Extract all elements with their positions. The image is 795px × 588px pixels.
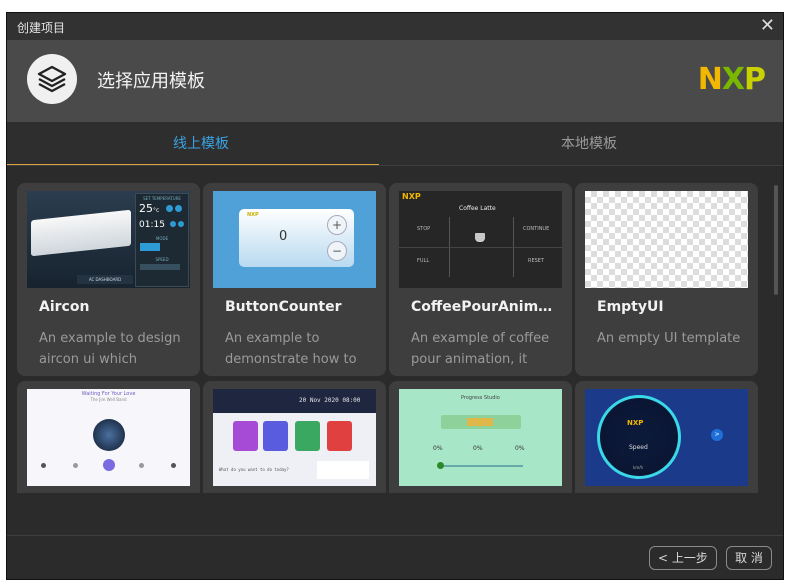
stop-label: STOP [417,226,431,232]
footer-divider [7,535,783,536]
card-title: EmptyUI [597,299,664,315]
card-description: An empty UI template [597,331,741,346]
song-artist: The Jim Well Band [90,397,127,402]
nxp-mini-logo: NXP [402,192,421,201]
slider-knob [437,462,444,469]
reset-label: RESET [528,258,545,264]
coffee-name: Coffee Latte [459,205,496,212]
progress-value-2: 0% [473,445,483,452]
set-temp-label: SET TEMPERATURE [143,196,181,201]
page-title: 选择应用模板 [97,71,205,92]
aircon-thumbnail: SET TEMPERATURE 25°c 01:15 MODE SPEED AC… [27,191,190,288]
cancel-button[interactable]: 取 消 [726,546,772,570]
full-label: FULL [417,258,430,264]
continue-label: CONTINUE [523,226,550,232]
air-conditioner-image [31,209,131,257]
card-title: Aircon [39,299,90,315]
temp-value: 25 [139,202,153,215]
create-project-dialog: 创建项目 ✕ 选择应用模板 NXP 线上模板 本地模板 SET TEMPERAT… [6,12,784,580]
shuffle-icon [41,463,46,468]
progress-title: Progress Studio [461,395,500,401]
progress-value-1: 0% [433,445,443,452]
next-arrow-icon: > [711,429,723,441]
emptyui-thumbnail [585,191,748,288]
tab-online-templates[interactable]: 线上模板 [7,122,395,166]
dashboard-label: AC DASHBOARD [77,275,133,284]
card-description: An example to design aircon ui which inc… [39,331,181,367]
window-title: 创建项目 [17,21,66,35]
repeat-icon [171,463,176,468]
nxp-mini-logo: NXP [627,419,644,427]
previous-step-button[interactable]: < 上一步 [649,546,717,570]
template-tabs: 线上模板 本地模板 [7,122,783,166]
speed-label: SPEED [155,257,169,262]
template-card-progress[interactable]: Progress Studio 0% 0% 0% [389,381,572,493]
prev-track-icon [73,463,78,468]
template-card-coffeepour[interactable]: NXP Coffee Latte STOP CONTINUE FULL RESE… [389,183,572,376]
play-icon [103,459,115,471]
template-card-emptyui[interactable]: EmptyUI An empty UI template [575,183,758,376]
card-title: ButtonCounter [225,299,342,315]
buttoncounter-thumbnail: NXP 0 + − [213,191,376,288]
date-time: 20 Nov 2020 08:00 [299,397,361,404]
album-art [93,419,125,451]
chevron-left-icon: < [658,551,672,565]
mode-label: MODE [155,236,169,241]
music-player-thumbnail: Waiting For Your Love The Jim Well Band [27,389,190,486]
tab-local-templates[interactable]: 本地模板 [395,122,783,166]
smart-home-thumbnail: 20 Nov 2020 08:00 What do you want to do… [213,389,376,486]
minus-icon: − [327,241,347,261]
coffeepour-thumbnail: NXP Coffee Latte STOP CONTINUE FULL RESE… [399,191,562,288]
close-icon[interactable]: ✕ [760,16,775,36]
progress-value-3: 0% [515,445,525,452]
plus-icon: + [327,215,347,235]
nxp-mini-logo: NXP [247,212,259,218]
title-bar: 创建项目 ✕ [7,13,783,40]
template-card-buttoncounter[interactable]: NXP 0 + − ButtonCounter An example to de… [203,183,386,376]
counter-value: 0 [279,229,288,244]
grid-scrollbar[interactable] [774,185,778,295]
card-description: An example to demonstrate how to [225,331,357,367]
speedometer-thumbnail: NXP Speed km/h > [585,389,748,486]
template-card-aircon[interactable]: SET TEMPERATURE 25°c 01:15 MODE SPEED AC… [17,183,200,376]
template-card-music-player[interactable]: Waiting For Your Love The Jim Well Band [17,381,200,493]
dialog-header: 选择应用模板 NXP [7,40,783,122]
template-card-smart-home[interactable]: 20 Nov 2020 08:00 What do you want to do… [203,381,386,493]
previous-step-label: 上一步 [671,551,708,565]
tab-divider [7,165,783,166]
template-card-speedometer[interactable]: NXP Speed km/h > [575,381,758,493]
time-value: 01:15 [139,220,165,230]
speed-unit: km/h [633,465,644,470]
temp-unit: °c [153,207,160,214]
prompt-text: What do you want to do today? [219,467,289,472]
coffee-cup-icon [475,233,485,242]
nxp-logo: NXP [697,62,766,97]
card-description: An example of coffee pour animation, it [411,331,550,367]
next-track-icon [139,463,144,468]
card-title: CoffeePourAnimat... [411,299,561,315]
speed-label: Speed [629,444,648,451]
layers-icon [27,54,77,104]
template-grid: SET TEMPERATURE 25°c 01:15 MODE SPEED AC… [17,183,772,493]
progress-thumbnail: Progress Studio 0% 0% 0% [399,389,562,486]
